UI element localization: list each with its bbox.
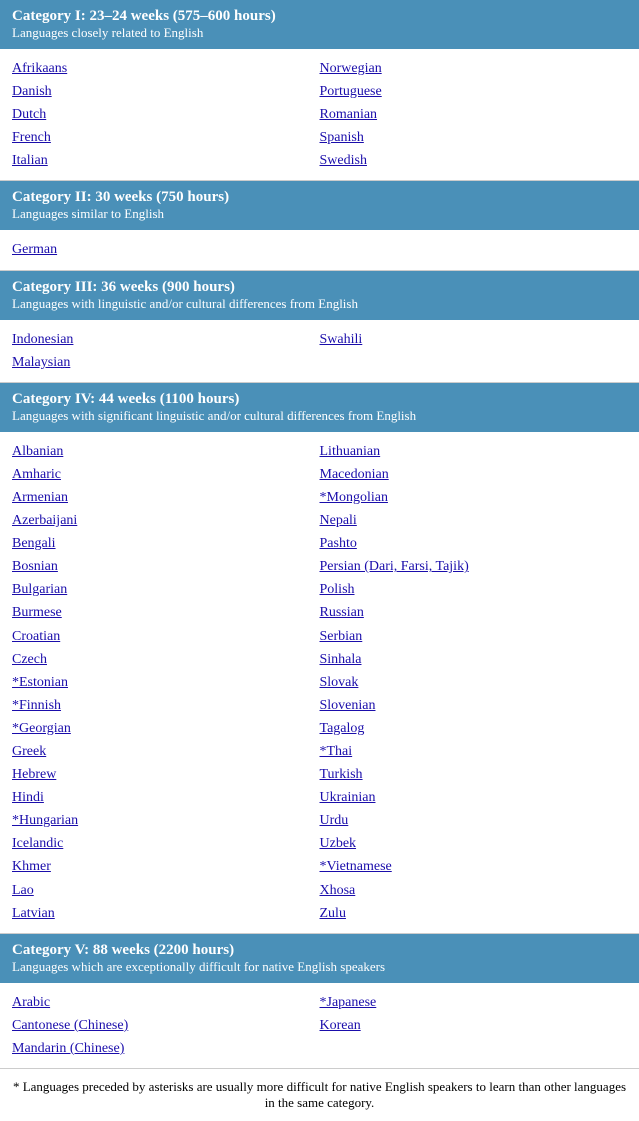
language-link[interactable]: Sinhala — [320, 648, 628, 671]
language-link[interactable]: *Hungarian — [12, 809, 320, 832]
language-link[interactable]: Cantonese (Chinese) — [12, 1014, 320, 1037]
language-link[interactable]: Turkish — [320, 763, 628, 786]
left-column: ArabicCantonese (Chinese)Mandarin (Chine… — [12, 991, 320, 1060]
category-subtitle: Languages closely related to English — [12, 25, 627, 41]
language-link[interactable]: Italian — [12, 149, 320, 172]
right-column: *JapaneseKorean — [320, 991, 628, 1060]
language-link[interactable]: Bulgarian — [12, 578, 320, 601]
language-link[interactable]: Polish — [320, 578, 628, 601]
language-link[interactable]: Korean — [320, 1014, 628, 1037]
language-link[interactable]: *Estonian — [12, 671, 320, 694]
category-body-cat1: AfrikaansDanishDutchFrenchItalianNorwegi… — [0, 49, 639, 180]
language-link[interactable]: Urdu — [320, 809, 628, 832]
category-subtitle: Languages with linguistic and/or cultura… — [12, 296, 627, 312]
language-link[interactable]: *Thai — [320, 740, 628, 763]
language-link[interactable]: Malaysian — [12, 351, 320, 374]
language-link[interactable]: Greek — [12, 740, 320, 763]
language-link[interactable]: Ukrainian — [320, 786, 628, 809]
language-grid: AlbanianAmharicArmenianAzerbaijaniBengal… — [12, 440, 627, 925]
category-title: Category IV: 44 weeks (1100 hours) — [12, 391, 627, 408]
category-header-cat2: Category II: 30 weeks (750 hours) Langua… — [0, 181, 639, 230]
language-link[interactable]: Arabic — [12, 991, 320, 1014]
left-column: AlbanianAmharicArmenianAzerbaijaniBengal… — [12, 440, 320, 925]
language-link[interactable]: German — [12, 238, 320, 261]
language-link[interactable]: *Vietnamese — [320, 855, 628, 878]
language-link[interactable]: Pashto — [320, 532, 628, 555]
left-column: German — [12, 238, 320, 261]
language-link[interactable]: Russian — [320, 601, 628, 624]
language-link[interactable]: Swedish — [320, 149, 628, 172]
right-column: NorwegianPortugueseRomanianSpanishSwedis… — [320, 57, 628, 172]
language-link[interactable]: Burmese — [12, 601, 320, 624]
language-link[interactable]: Danish — [12, 80, 320, 103]
language-link[interactable]: Latvian — [12, 902, 320, 925]
language-link[interactable]: Amharic — [12, 463, 320, 486]
category-header-cat5: Category V: 88 weeks (2200 hours) Langua… — [0, 934, 639, 983]
language-link[interactable]: Croatian — [12, 625, 320, 648]
category-subtitle: Languages similar to English — [12, 206, 627, 222]
left-column: AfrikaansDanishDutchFrenchItalian — [12, 57, 320, 172]
language-link[interactable]: Azerbaijani — [12, 509, 320, 532]
category-body-cat2: German — [0, 230, 639, 269]
language-link[interactable]: Slovak — [320, 671, 628, 694]
language-link[interactable]: Khmer — [12, 855, 320, 878]
language-link[interactable]: *Finnish — [12, 694, 320, 717]
language-link[interactable]: Dutch — [12, 103, 320, 126]
category-header-cat4: Category IV: 44 weeks (1100 hours) Langu… — [0, 383, 639, 432]
language-link[interactable]: Serbian — [320, 625, 628, 648]
language-link[interactable]: Bosnian — [12, 555, 320, 578]
language-link[interactable]: Zulu — [320, 902, 628, 925]
category-body-cat5: ArabicCantonese (Chinese)Mandarin (Chine… — [0, 983, 639, 1068]
right-column — [320, 238, 628, 261]
language-link[interactable]: Icelandic — [12, 832, 320, 855]
language-link[interactable]: Spanish — [320, 126, 628, 149]
language-grid: German — [12, 238, 627, 261]
footer-note: * Languages preceded by asterisks are us… — [0, 1068, 639, 1121]
language-link[interactable]: Albanian — [12, 440, 320, 463]
category-title: Category II: 30 weeks (750 hours) — [12, 189, 627, 206]
right-column: LithuanianMacedonian*MongolianNepaliPash… — [320, 440, 628, 925]
language-link[interactable]: Uzbek — [320, 832, 628, 855]
language-link[interactable]: Bengali — [12, 532, 320, 555]
language-link[interactable]: *Mongolian — [320, 486, 628, 509]
language-link[interactable]: Norwegian — [320, 57, 628, 80]
language-link[interactable]: Xhosa — [320, 879, 628, 902]
language-link[interactable]: *Japanese — [320, 991, 628, 1014]
left-column: IndonesianMalaysian — [12, 328, 320, 374]
language-grid: IndonesianMalaysianSwahili — [12, 328, 627, 374]
language-link[interactable]: Nepali — [320, 509, 628, 532]
language-link[interactable]: Tagalog — [320, 717, 628, 740]
language-link[interactable]: Afrikaans — [12, 57, 320, 80]
category-subtitle: Languages with significant linguistic an… — [12, 408, 627, 424]
category-title: Category V: 88 weeks (2200 hours) — [12, 942, 627, 959]
language-link[interactable]: *Georgian — [12, 717, 320, 740]
language-link[interactable]: Swahili — [320, 328, 628, 351]
language-link[interactable]: Armenian — [12, 486, 320, 509]
category-subtitle: Languages which are exceptionally diffic… — [12, 959, 627, 975]
language-link[interactable]: Mandarin (Chinese) — [12, 1037, 320, 1060]
language-link[interactable]: Persian (Dari, Farsi, Tajik) — [320, 555, 628, 578]
category-title: Category I: 23–24 weeks (575–600 hours) — [12, 8, 627, 25]
language-link[interactable]: Lithuanian — [320, 440, 628, 463]
language-link[interactable]: Lao — [12, 879, 320, 902]
language-link[interactable]: French — [12, 126, 320, 149]
category-header-cat1: Category I: 23–24 weeks (575–600 hours) … — [0, 0, 639, 49]
language-link[interactable]: Macedonian — [320, 463, 628, 486]
language-link[interactable]: Slovenian — [320, 694, 628, 717]
language-link[interactable]: Hebrew — [12, 763, 320, 786]
language-link[interactable]: Czech — [12, 648, 320, 671]
category-title: Category III: 36 weeks (900 hours) — [12, 279, 627, 296]
right-column: Swahili — [320, 328, 628, 374]
language-grid: ArabicCantonese (Chinese)Mandarin (Chine… — [12, 991, 627, 1060]
category-body-cat4: AlbanianAmharicArmenianAzerbaijaniBengal… — [0, 432, 639, 933]
language-link[interactable]: Indonesian — [12, 328, 320, 351]
language-link[interactable]: Romanian — [320, 103, 628, 126]
language-grid: AfrikaansDanishDutchFrenchItalianNorwegi… — [12, 57, 627, 172]
language-link[interactable]: Hindi — [12, 786, 320, 809]
language-link[interactable]: Portuguese — [320, 80, 628, 103]
category-body-cat3: IndonesianMalaysianSwahili — [0, 320, 639, 382]
category-header-cat3: Category III: 36 weeks (900 hours) Langu… — [0, 271, 639, 320]
